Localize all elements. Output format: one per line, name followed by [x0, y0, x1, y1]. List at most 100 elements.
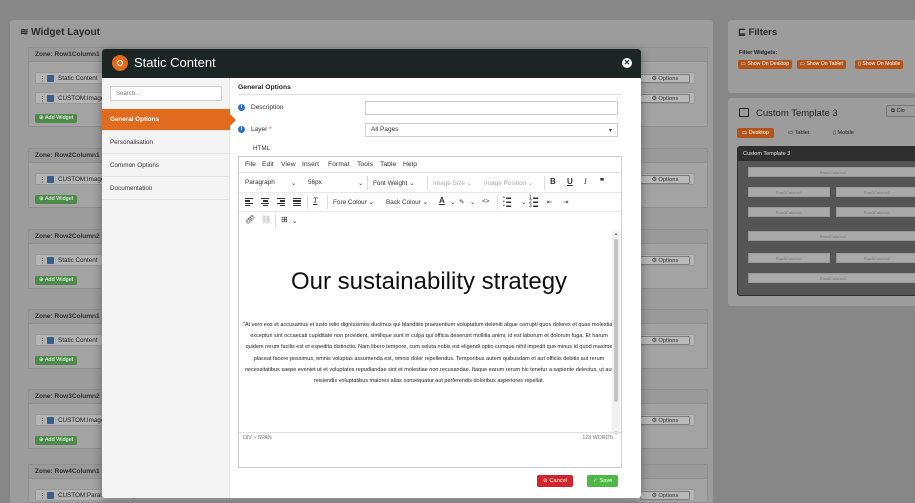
font-weight-select[interactable]: Font Weight ⌄ — [373, 179, 414, 187]
add-widget-button[interactable]: ⊕ Add Widget — [35, 114, 78, 123]
section-title: General Options — [238, 84, 622, 95]
options-button[interactable]: ⚙ Options — [640, 175, 690, 184]
code-icon[interactable]: <> — [482, 198, 489, 205]
checkbox-icon[interactable] — [47, 176, 54, 183]
drag-handle-icon[interactable]: ⋮ — [39, 492, 46, 500]
align-left-icon[interactable] — [245, 198, 253, 207]
blockquote-icon[interactable]: ❞ — [600, 177, 604, 186]
menu-tools[interactable]: Tools — [357, 161, 373, 168]
save-button[interactable]: ✓ Save — [587, 475, 619, 487]
numbered-list-icon[interactable]: 1 ▬ 2 ▬ 3 ▬ — [529, 196, 538, 209]
options-button[interactable]: ⚙ Options — [640, 336, 690, 345]
editor-document[interactable]: Our sustainability strategy "At vero eos… — [239, 231, 619, 431]
sidebar-item-personalisation[interactable]: Personalisation — [102, 132, 230, 154]
checkbox-icon[interactable] — [47, 492, 54, 499]
show-on-tablet-button[interactable]: ▭ Show On Tablet — [797, 60, 846, 69]
image-position-select[interactable]: Image Position ⌄ — [484, 179, 533, 187]
scroll-up-icon[interactable]: ▲ — [614, 231, 618, 236]
checkbox-icon[interactable] — [47, 95, 54, 102]
align-justify-icon[interactable] — [293, 198, 301, 207]
show-on-desktop-button[interactable]: ▭ Show On Desktop — [738, 60, 793, 69]
cancel-button[interactable]: ⊘ Cancel — [537, 475, 574, 487]
highlight-icon[interactable]: ✎ — [459, 198, 464, 206]
add-widget-button[interactable]: ⊕ Add Widget — [35, 436, 78, 445]
options-button[interactable]: ⚙ Options — [640, 74, 690, 83]
menu-file[interactable]: File — [245, 161, 256, 168]
options-button[interactable]: ⚙ Options — [640, 416, 690, 425]
drag-handle-icon[interactable]: ⋮ — [39, 75, 46, 83]
editor-statusbar: DIV » SPAN 123 WORDS — [239, 432, 621, 444]
chevron-down-icon[interactable]: ⌄ — [450, 198, 455, 206]
sidebar-item-general-options[interactable]: General Options — [102, 109, 236, 131]
drag-handle-icon[interactable]: ⋮ — [39, 337, 46, 345]
doc-body: "At vero eos et accusamus et iusto odio … — [242, 322, 616, 385]
chevron-down-icon[interactable]: ⌄ — [292, 217, 297, 225]
unlink-icon[interactable]: ⛓︎ — [261, 215, 271, 224]
options-button[interactable]: ⚙ Options — [640, 256, 690, 265]
link-icon[interactable]: 🔗︎ — [245, 215, 255, 224]
add-widget-button[interactable]: ⊕ Add Widget — [35, 276, 78, 285]
scrollbar-thumb[interactable] — [614, 239, 618, 402]
menu-help[interactable]: Help — [403, 161, 417, 168]
modal-header: Static Content ✕ — [102, 49, 641, 78]
tab-mobile[interactable]: ▯ Mobile — [828, 128, 859, 138]
menu-view[interactable]: View — [281, 161, 296, 168]
outdent-icon[interactable]: ⇤ — [547, 198, 552, 206]
bullet-list-icon[interactable]: • ▬ • ▬ • ▬ — [503, 196, 511, 209]
image-size-select[interactable]: Image Size ⌄ — [433, 179, 472, 187]
tab-tablet[interactable]: ▭ Tablet — [783, 128, 814, 138]
editor-toolbar-row-2: T Fore Colour ⌄ Back Colour ⌄ A ⌄ ✎ ⌄ <>… — [239, 193, 621, 212]
add-widget-button[interactable]: ⊕ Add Widget — [35, 356, 78, 365]
show-on-mobile-button[interactable]: ▯ Show On Mobile — [855, 60, 904, 69]
drag-handle-icon[interactable]: ⋮ — [39, 176, 46, 184]
block-format-select[interactable]: Paragraph — [245, 179, 275, 186]
add-widget-button[interactable]: ⊕ Add Widget — [35, 195, 78, 204]
align-right-icon[interactable] — [277, 198, 285, 207]
italic-icon[interactable]: I — [584, 177, 587, 186]
underline-icon[interactable]: U — [567, 177, 573, 186]
bold-icon[interactable]: B — [550, 177, 556, 186]
fore-colour-select[interactable]: Fore Colour ⌄ — [333, 198, 374, 206]
modal-sidebar: General Options Personalisation Common O… — [102, 78, 236, 498]
layer-label: Layer * — [251, 126, 272, 133]
description-field[interactable] — [365, 101, 618, 115]
menu-insert[interactable]: Insert — [302, 161, 319, 168]
checkbox-icon[interactable] — [47, 75, 54, 82]
sidebar-item-documentation[interactable]: Documentation — [102, 178, 230, 200]
search-input[interactable] — [110, 86, 222, 101]
layer-select[interactable]: All Pages ▾ — [365, 123, 618, 137]
checkbox-icon[interactable] — [47, 337, 54, 344]
menu-format[interactable]: Format — [328, 161, 350, 168]
options-button[interactable]: ⚙ Options — [640, 94, 690, 103]
table-icon[interactable]: ⊞ — [281, 215, 288, 224]
chevron-down-icon[interactable]: ⌄ — [470, 198, 475, 206]
rich-text-editor: File Edit View Insert Format Tools Table… — [238, 156, 622, 468]
checkbox-icon[interactable] — [47, 257, 54, 264]
checkbox-icon[interactable] — [47, 417, 54, 424]
filters-title: ⊑ Filters — [738, 27, 778, 38]
back-colour-select[interactable]: Back Colour ⌄ — [386, 198, 428, 206]
editor-scrollbar[interactable]: ▲ ▼ — [612, 231, 620, 435]
chevron-down-icon: ⌄ — [358, 180, 364, 187]
drag-handle-icon[interactable]: ⋮ — [39, 95, 46, 103]
preview-cell: Row4Column1 — [748, 231, 915, 241]
drag-handle-icon[interactable]: ⋮ — [39, 257, 46, 265]
clear-formatting-icon[interactable]: T — [313, 196, 317, 205]
chevron-down-icon[interactable]: ⌄ — [521, 198, 526, 206]
font-size-select[interactable]: 56px — [308, 179, 322, 186]
clone-button[interactable]: ⧉ Clo — [886, 105, 915, 117]
drag-handle-icon[interactable]: ⋮ — [39, 417, 46, 425]
close-icon[interactable]: ✕ — [622, 58, 632, 68]
indent-icon[interactable]: ⇥ — [563, 198, 568, 206]
options-button[interactable]: ⚙ Options — [640, 491, 690, 500]
chevron-down-icon: ▾ — [608, 128, 612, 134]
widget-label: CUSTOM:Image — [58, 417, 105, 424]
preview-cell: Row6Column1 — [748, 273, 915, 283]
align-center-icon[interactable] — [261, 198, 269, 207]
sidebar-item-common-options[interactable]: Common Options — [102, 155, 230, 177]
text-color-icon[interactable]: A — [439, 196, 445, 205]
element-path[interactable]: DIV » SPAN — [243, 435, 272, 441]
menu-table[interactable]: Table — [380, 161, 396, 168]
menu-edit[interactable]: Edit — [262, 161, 274, 168]
tab-desktop[interactable]: ▭ Desktop — [737, 128, 774, 138]
